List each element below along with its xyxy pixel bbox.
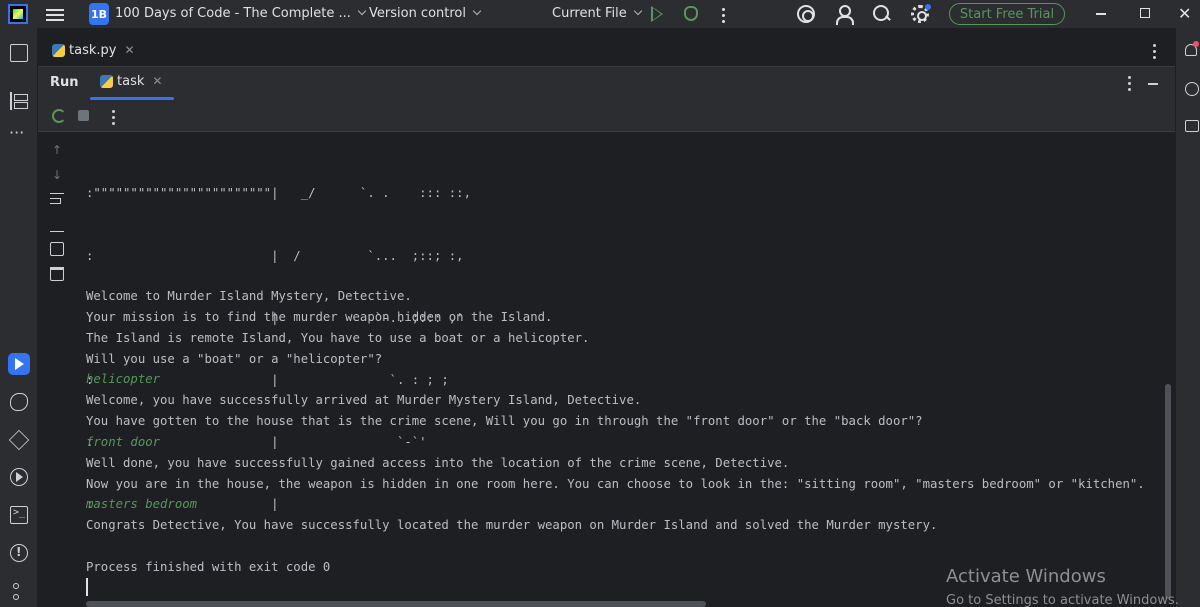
console-output-line: The Island is remote Island, You have to… — [86, 330, 590, 345]
text-cursor — [86, 578, 88, 596]
run-tab-task[interactable]: task ✕ — [100, 74, 162, 89]
database-icon[interactable] — [1185, 120, 1199, 132]
packages-icon[interactable] — [8, 429, 30, 451]
hamburger-icon[interactable] — [46, 6, 64, 22]
notification-dot — [1193, 41, 1199, 47]
console-output-line: Welcome, you have successfully arrived a… — [86, 393, 642, 408]
soft-wrap-icon[interactable] — [50, 193, 64, 207]
debug-icon[interactable] — [684, 6, 698, 21]
run-config-label: Current File — [552, 6, 627, 21]
scroll-to-end-icon[interactable] — [50, 218, 64, 232]
rerun-icon[interactable] — [52, 109, 66, 123]
trash-icon[interactable] — [50, 267, 64, 281]
search-icon[interactable] — [873, 5, 891, 23]
activate-windows-watermark: Activate Windows Go to Settings to activ… — [946, 566, 1179, 607]
watermark-title: Activate Windows — [946, 566, 1106, 587]
editor-tab-label: task.py — [69, 43, 117, 58]
print-icon[interactable] — [50, 242, 64, 256]
folder-icon[interactable] — [10, 44, 28, 62]
python-icon — [100, 75, 113, 88]
maximize-icon[interactable] — [1140, 8, 1150, 18]
run-tab-label: task — [117, 74, 145, 89]
version-control-label: Version control — [369, 6, 466, 21]
project-selector[interactable]: 100 Days of Code - The Complete ... — [115, 6, 367, 21]
console-output-line: Your mission is to find the murder weapo… — [86, 309, 553, 324]
hide-panel-icon[interactable] — [1148, 83, 1158, 85]
ascii-line: : | / `... ;::; :, — [86, 248, 464, 263]
right-tool-strip — [1175, 28, 1200, 607]
run-config-selector[interactable]: Current File — [552, 6, 642, 21]
ascii-line: :""""""""""""""""""""""""| _/ `. . ::: :… — [86, 186, 471, 201]
editor-tab-task-py[interactable]: task.py ✕ — [52, 43, 135, 58]
run-panel-title: Run — [50, 75, 79, 90]
project-badge[interactable]: 1B — [89, 3, 109, 25]
console-input-line: front door — [86, 434, 161, 449]
console-output-line: Congrats Detective, You have successfull… — [86, 518, 938, 533]
console-output[interactable]: :""""""""""""""""""""""""| _/ `. . ::: :… — [86, 121, 1166, 607]
console-output-line: Well done, you have successfully gained … — [86, 455, 790, 470]
watermark-subtitle: Go to Settings to activate Windows. — [946, 593, 1179, 607]
python-icon — [52, 44, 65, 57]
run-panel-header: Run task ✕ — [38, 66, 1175, 100]
ai-chat-icon[interactable] — [1185, 82, 1199, 96]
python-console-icon[interactable] — [10, 393, 28, 411]
console-output-line: Now you are in the house, the weapon is … — [86, 476, 1145, 491]
chevron-down-icon — [633, 6, 642, 16]
structure-icon[interactable] — [10, 92, 28, 110]
console-output-line: You have gotten to the house that is the… — [86, 414, 923, 429]
console-lines: Welcome to Murder Island Mystery, Detect… — [86, 286, 1145, 578]
scroll-down-icon[interactable]: ↓ — [50, 168, 64, 182]
close-tab-icon[interactable]: ✕ — [124, 43, 134, 57]
horizontal-scrollbar[interactable] — [86, 601, 706, 607]
console-output-line: Will you use a "boat" or a "helicopter"? — [86, 351, 383, 366]
more-vertical-icon[interactable] — [722, 6, 726, 23]
chevron-down-icon — [357, 6, 367, 16]
start-free-trial-button[interactable]: Start Free Trial — [949, 3, 1065, 25]
close-tab-icon[interactable]: ✕ — [152, 74, 162, 88]
git-icon[interactable] — [10, 583, 28, 601]
ai-assistant-icon[interactable] — [797, 5, 815, 23]
close-icon[interactable]: ✕ — [1178, 4, 1191, 23]
project-name: 100 Days of Code - The Complete ... — [115, 6, 351, 21]
more-vertical-icon[interactable] — [1128, 76, 1131, 94]
chevron-down-icon — [472, 6, 482, 16]
stop-icon[interactable] — [78, 110, 89, 121]
more-vertical-icon[interactable] — [1153, 44, 1156, 62]
terminal-icon[interactable] — [10, 506, 28, 524]
add-user-icon[interactable] — [836, 5, 854, 25]
console-output-line: Welcome to Murder Island Mystery, Detect… — [86, 289, 412, 303]
run-tool-icon[interactable] — [8, 353, 30, 375]
minimize-icon[interactable] — [1096, 13, 1106, 15]
app-logo-icon[interactable] — [8, 4, 28, 24]
editor-tab-bar: task.py ✕ — [38, 38, 1175, 66]
update-dot — [925, 4, 931, 10]
title-bar: 1B 100 Days of Code - The Complete ... V… — [0, 0, 1200, 28]
left-tool-strip: ··· — [0, 28, 38, 607]
problems-icon[interactable] — [10, 544, 28, 562]
version-control-menu[interactable]: Version control — [369, 6, 482, 21]
console-input-line: helicopter — [86, 372, 161, 387]
more-horizontal-icon[interactable]: ··· — [9, 125, 27, 146]
scroll-up-icon[interactable]: ↑ — [50, 143, 64, 157]
console-input-line: masters bedroom — [86, 497, 198, 512]
run-icon[interactable] — [651, 6, 663, 22]
services-icon[interactable] — [10, 468, 28, 486]
console-gutter: ↑ ↓ — [38, 133, 78, 607]
